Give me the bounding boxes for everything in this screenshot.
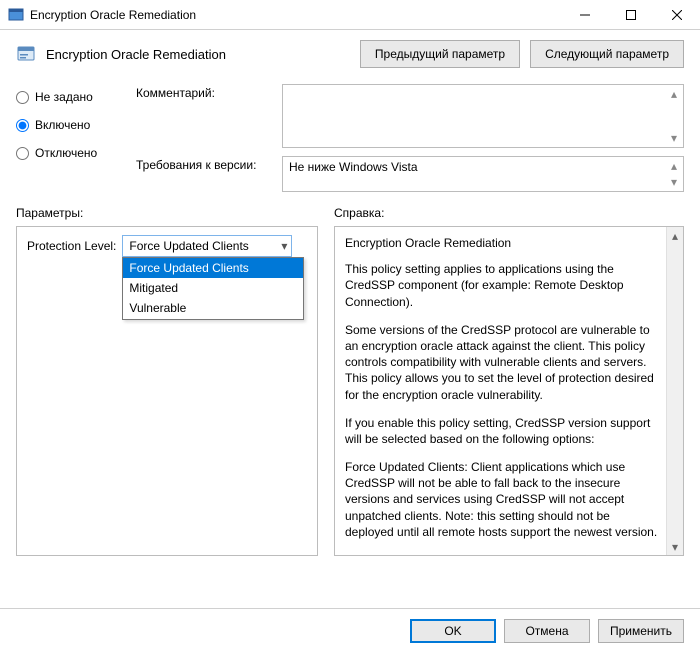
policy-icon	[16, 44, 36, 64]
header-row: Encryption Oracle Remediation Предыдущий…	[0, 30, 700, 78]
chevron-down-icon: ▾	[281, 238, 287, 254]
scroll-up-icon: ▴	[667, 227, 683, 244]
help-scrollbar[interactable]: ▴ ▾	[666, 227, 683, 555]
radio-disabled-input[interactable]	[16, 147, 29, 160]
minimize-button[interactable]	[562, 0, 608, 30]
close-button[interactable]	[654, 0, 700, 30]
radio-enabled-label: Включено	[35, 118, 90, 132]
params-panel: Protection Level: Force Updated Clients …	[16, 226, 318, 556]
help-column-label: Справка:	[334, 206, 684, 220]
version-label: Требования к версии:	[136, 156, 272, 172]
help-paragraph: Some versions of the CredSSP protocol ar…	[345, 322, 661, 403]
protection-level-label: Protection Level:	[27, 238, 116, 254]
version-textbox: Не ниже Windows Vista ▴ ▾	[282, 156, 684, 192]
radio-not-configured-input[interactable]	[16, 91, 29, 104]
scroll-down-icon: ▾	[667, 538, 683, 555]
version-value: Не ниже Windows Vista	[283, 157, 683, 177]
scroll-up-icon: ▴	[667, 159, 681, 173]
next-setting-button[interactable]: Следующий параметр	[530, 40, 684, 68]
params-column-label: Параметры:	[16, 206, 314, 220]
cancel-button[interactable]: Отмена	[504, 619, 590, 643]
ok-button[interactable]: OK	[410, 619, 496, 643]
dropdown-option[interactable]: Force Updated Clients	[123, 258, 303, 278]
app-icon	[8, 7, 24, 23]
comment-value	[283, 85, 683, 91]
help-paragraph: Force Updated Clients: Client applicatio…	[345, 459, 661, 540]
scroll-down-icon: ▾	[667, 175, 681, 189]
dropdown-option[interactable]: Mitigated	[123, 278, 303, 298]
version-scrollbar[interactable]: ▴ ▾	[667, 159, 681, 189]
radio-enabled[interactable]: Включено	[16, 118, 126, 132]
comment-scrollbar[interactable]: ▴ ▾	[667, 87, 681, 145]
apply-button[interactable]: Применить	[598, 619, 684, 643]
state-radios: Не задано Включено Отключено	[16, 84, 126, 192]
comment-label: Комментарий:	[136, 84, 272, 100]
help-paragraph: This policy setting applies to applicati…	[345, 261, 661, 310]
protection-level-dropdown: Force Updated Clients Mitigated Vulnerab…	[122, 257, 304, 320]
radio-not-configured[interactable]: Не задано	[16, 90, 126, 104]
previous-setting-button[interactable]: Предыдущий параметр	[360, 40, 520, 68]
help-paragraph: If you enable this policy setting, CredS…	[345, 415, 661, 447]
dropdown-option[interactable]: Vulnerable	[123, 298, 303, 318]
radio-disabled-label: Отключено	[35, 146, 97, 160]
page-title: Encryption Oracle Remediation	[46, 47, 350, 62]
scroll-up-icon: ▴	[667, 87, 681, 101]
radio-disabled[interactable]: Отключено	[16, 146, 126, 160]
help-panel: Encryption Oracle Remediation This polic…	[334, 226, 684, 556]
radio-enabled-input[interactable]	[16, 119, 29, 132]
title-bar: Encryption Oracle Remediation	[0, 0, 700, 30]
help-title: Encryption Oracle Remediation	[345, 235, 661, 251]
radio-not-configured-label: Не задано	[35, 90, 93, 104]
comment-textbox[interactable]: ▴ ▾	[282, 84, 684, 148]
dialog-button-bar: OK Отмена Применить	[0, 608, 700, 653]
protection-level-combo[interactable]: Force Updated Clients ▾ Force Updated Cl…	[122, 235, 292, 257]
scroll-down-icon: ▾	[667, 131, 681, 145]
protection-level-value: Force Updated Clients	[129, 238, 248, 254]
maximize-button[interactable]	[608, 0, 654, 30]
window-title: Encryption Oracle Remediation	[30, 8, 562, 22]
